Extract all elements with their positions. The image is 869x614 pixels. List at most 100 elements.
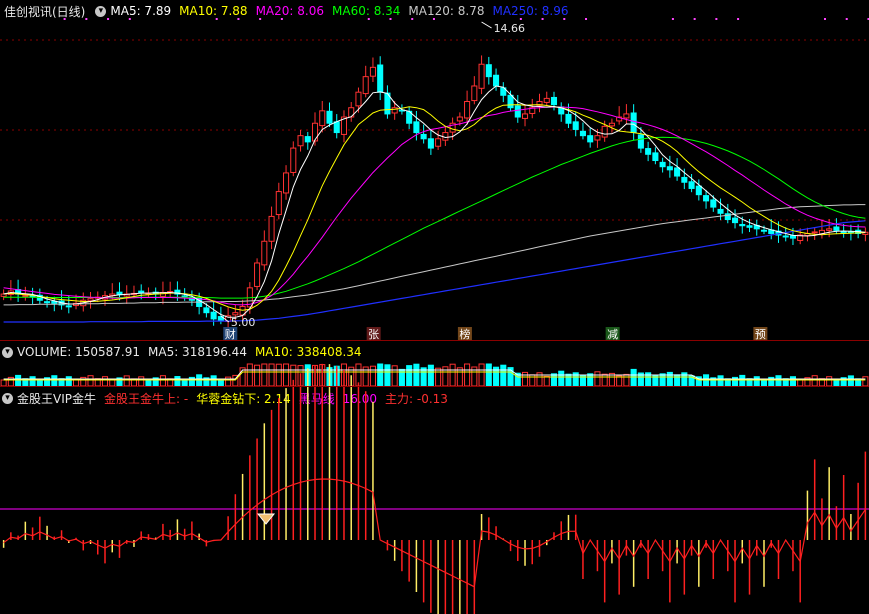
volume-bar bbox=[369, 365, 376, 387]
candle-body bbox=[304, 136, 311, 143]
candle-body bbox=[420, 133, 427, 140]
candle-body bbox=[630, 112, 637, 134]
candle-body bbox=[493, 74, 500, 87]
volume-bar bbox=[739, 374, 746, 387]
volume-bar bbox=[159, 375, 166, 387]
signal-dot bbox=[541, 18, 544, 20]
candle-body bbox=[210, 311, 217, 320]
candle-body bbox=[456, 116, 463, 122]
signal-dot bbox=[128, 18, 131, 20]
candle-body bbox=[811, 231, 818, 234]
signal-dot bbox=[432, 18, 435, 20]
signal-dot bbox=[737, 18, 740, 20]
candle-body bbox=[391, 107, 398, 114]
candle-body bbox=[601, 125, 608, 138]
signal-dot bbox=[259, 18, 262, 20]
candle-body bbox=[87, 298, 94, 302]
candle-body bbox=[319, 110, 326, 127]
signal-dot bbox=[367, 18, 370, 20]
candle-body bbox=[297, 135, 304, 147]
candle-body bbox=[550, 96, 558, 106]
volume-bar bbox=[283, 363, 290, 387]
candle-body bbox=[44, 301, 51, 304]
candle-body bbox=[760, 229, 768, 232]
volume-bar bbox=[529, 374, 536, 387]
volume-bar bbox=[659, 373, 666, 387]
candle-body bbox=[254, 262, 261, 287]
volume-bar bbox=[174, 376, 181, 387]
divider bbox=[0, 386, 869, 387]
volume-bar bbox=[427, 364, 434, 387]
volume-bar bbox=[138, 376, 145, 387]
candle-body bbox=[587, 135, 594, 143]
candle-body bbox=[688, 181, 695, 189]
candle-body bbox=[608, 122, 615, 127]
volume-bar bbox=[101, 376, 109, 387]
main-force-line bbox=[3, 478, 866, 588]
candle-body bbox=[464, 101, 471, 119]
candle-body bbox=[623, 113, 630, 119]
candle-body bbox=[543, 97, 550, 103]
volume-bar bbox=[521, 371, 529, 387]
volume-bar bbox=[753, 376, 760, 387]
chart-canvas[interactable]: 14.665.00财张榜减预 bbox=[0, 0, 869, 614]
candle-body bbox=[471, 85, 478, 102]
candle-body bbox=[717, 208, 724, 214]
candle-body bbox=[674, 167, 681, 177]
volume-bar bbox=[29, 376, 36, 387]
candle-body bbox=[833, 226, 840, 231]
candle-body bbox=[637, 134, 644, 149]
signal-dot bbox=[215, 18, 218, 20]
volume-bar bbox=[478, 363, 485, 387]
signal-dot bbox=[715, 18, 718, 20]
candle-body bbox=[681, 176, 688, 183]
candle-body bbox=[840, 231, 847, 234]
volume-bar bbox=[391, 365, 398, 387]
signal-dot bbox=[107, 18, 110, 20]
candle-body bbox=[826, 228, 833, 231]
candle-body bbox=[485, 64, 492, 78]
candle-body bbox=[348, 107, 355, 118]
volume-bar bbox=[15, 374, 22, 387]
volume-bar bbox=[826, 376, 833, 387]
candle-body bbox=[413, 121, 420, 134]
volume-bar bbox=[449, 363, 456, 387]
volume-bar bbox=[261, 363, 268, 387]
candle-body bbox=[283, 172, 290, 194]
candle-body bbox=[703, 195, 710, 202]
volume-bar bbox=[775, 375, 782, 387]
ma5-line bbox=[3, 85, 866, 318]
candle-body bbox=[435, 138, 442, 147]
candle-body bbox=[369, 66, 376, 77]
candle-body bbox=[275, 191, 282, 216]
candle-body bbox=[355, 91, 362, 107]
candle-body bbox=[333, 121, 340, 134]
volume-bar bbox=[565, 373, 572, 387]
volume-bar bbox=[550, 373, 558, 387]
candle-body bbox=[746, 225, 753, 228]
ma10-line bbox=[3, 104, 866, 311]
volume-bar bbox=[51, 375, 58, 387]
candle-body bbox=[507, 94, 514, 109]
candle-body bbox=[666, 166, 673, 171]
signal-dot bbox=[280, 18, 283, 20]
signal-dot bbox=[563, 18, 566, 20]
candle-body bbox=[565, 113, 572, 124]
volume-bar bbox=[456, 367, 463, 387]
candle-body bbox=[782, 235, 789, 238]
candle-body bbox=[731, 217, 739, 224]
candle-body bbox=[0, 293, 7, 297]
volume-bar bbox=[558, 370, 565, 387]
candle-body bbox=[427, 138, 434, 149]
volume-bar bbox=[594, 371, 601, 387]
candle-body bbox=[579, 130, 586, 137]
divider bbox=[0, 340, 869, 341]
volume-bar bbox=[674, 374, 681, 387]
event-marker: 财 bbox=[225, 327, 236, 341]
candle-body bbox=[572, 121, 579, 130]
signal-dot bbox=[237, 18, 240, 20]
candle-body bbox=[65, 305, 72, 308]
volume-bar bbox=[384, 364, 391, 387]
volume-bar bbox=[587, 373, 594, 387]
candle-body bbox=[521, 113, 529, 119]
